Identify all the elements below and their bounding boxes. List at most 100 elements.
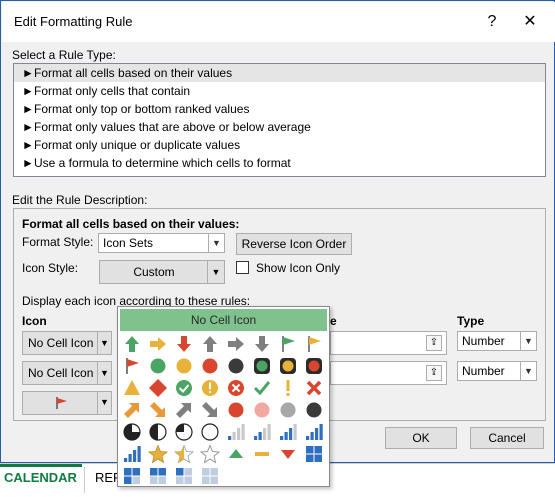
pink-dot-icon[interactable] <box>252 400 272 420</box>
red-traffic-light-icon[interactable] <box>304 356 324 376</box>
yellow-triangle-icon[interactable] <box>122 378 142 398</box>
chevron-down-icon: ▼ <box>97 332 111 354</box>
chevron-down-icon: ▼ <box>520 362 536 380</box>
four-box-full-icon[interactable] <box>304 444 324 464</box>
yellow-circle-icon[interactable] <box>174 356 194 376</box>
empty-star-icon[interactable] <box>199 444 221 464</box>
rule-type-item[interactable]: ►Format only top or bottom ranked values <box>14 100 545 118</box>
chevron-down-icon: ▼ <box>520 332 536 350</box>
yellow-flag-icon[interactable] <box>304 334 324 354</box>
type-select-2[interactable]: Number ▼ <box>457 361 537 381</box>
yellow-exclamation-icon[interactable] <box>278 378 298 398</box>
gold-star-icon[interactable] <box>147 444 169 464</box>
green-up-arrow-icon[interactable] <box>122 334 142 354</box>
yellow-traffic-light-icon[interactable] <box>278 356 298 376</box>
sheet-tab-calendar[interactable]: CALENDAR <box>4 470 77 485</box>
rule-type-item-label: Use a formula to determine which cells t… <box>34 156 291 170</box>
yellow-side-arrow-icon[interactable] <box>148 334 168 354</box>
type-select-1[interactable]: Number ▼ <box>457 331 537 351</box>
help-button[interactable]: ? <box>478 10 506 34</box>
tab-divider <box>84 467 85 493</box>
rule-type-label: Select a Rule Type: <box>12 48 116 62</box>
arrow-icon: ► <box>22 156 34 170</box>
green-up-triangle-icon[interactable] <box>226 444 246 464</box>
description-heading: Format all cells based on their values: <box>22 217 240 231</box>
green-check-icon[interactable] <box>252 378 272 398</box>
format-style-select[interactable]: Icon Sets ▼ <box>98 233 225 253</box>
rule-type-item-label: Format only unique or duplicate values <box>34 138 241 152</box>
value-input-2[interactable]: ⇪ <box>330 361 447 385</box>
red-dot-icon[interactable] <box>226 400 246 420</box>
empty-circle-icon[interactable] <box>200 422 220 442</box>
rule-description-label: Edit the Rule Description: <box>12 193 148 207</box>
red-circle-icon[interactable] <box>200 356 220 376</box>
half-pie-icon[interactable] <box>148 422 168 442</box>
rule-type-item[interactable]: ►Format all cells based on their values <box>14 64 545 82</box>
yellow-dash-icon[interactable] <box>252 444 272 464</box>
gray-up-arrow-icon[interactable] <box>200 334 220 354</box>
red-diamond-icon[interactable] <box>148 378 168 398</box>
icon-select-1[interactable]: No Cell Icon ▼ <box>22 331 112 355</box>
black-circle-icon[interactable] <box>226 356 246 376</box>
green-circle-icon[interactable] <box>148 356 168 376</box>
signal-bars-1-icon[interactable] <box>226 422 246 442</box>
three-quarter-pie-icon[interactable] <box>174 422 194 442</box>
signal-bars-4-icon[interactable] <box>304 422 324 442</box>
icon-select-2[interactable]: No Cell Icon ▼ <box>22 361 112 385</box>
three-box-icon[interactable] <box>122 466 142 486</box>
ok-button[interactable]: OK <box>385 427 457 449</box>
yellow-exclamation-circle-icon[interactable] <box>200 378 220 398</box>
orange-up-right-arrow-icon[interactable] <box>122 400 142 420</box>
gray-up-right-arrow-icon[interactable] <box>174 400 194 420</box>
rule-type-item[interactable]: ►Format only values that are above or be… <box>14 118 545 136</box>
rule-type-item[interactable]: ►Use a formula to determine which cells … <box>14 154 545 172</box>
icon-select-value: No Cell Icon <box>28 336 94 350</box>
zero-box-icon[interactable] <box>200 466 220 486</box>
gray-right-arrow-icon[interactable] <box>226 334 246 354</box>
red-x-circle-icon[interactable] <box>226 378 246 398</box>
icon-style-select[interactable]: Custom ▼ <box>99 260 225 284</box>
icon-style-value: Custom <box>133 265 175 279</box>
two-box-icon[interactable] <box>148 466 168 486</box>
close-button[interactable]: ✕ <box>516 10 544 34</box>
green-flag-icon[interactable] <box>278 334 298 354</box>
type-select-value: Number <box>462 334 505 348</box>
show-icon-only-checkbox[interactable] <box>236 261 249 274</box>
reverse-icon-order-button[interactable]: Reverse Icon Order <box>236 233 352 255</box>
rule-type-list[interactable]: ►Format all cells based on their values … <box>13 63 546 177</box>
signal-bars-2-icon[interactable] <box>252 422 272 442</box>
icon-style-label: Icon Style: <box>22 261 79 275</box>
range-select-icon[interactable]: ⇪ <box>426 365 442 381</box>
gray-down-right-arrow-icon[interactable] <box>200 400 220 420</box>
red-down-arrow-icon[interactable] <box>174 334 194 354</box>
cancel-button[interactable]: Cancel <box>470 427 544 449</box>
signal-bars-3-icon[interactable] <box>278 422 298 442</box>
rule-type-item-label: Format only cells that contain <box>34 84 191 98</box>
one-box-icon[interactable] <box>174 466 194 486</box>
icon-select-3[interactable]: ▼ <box>22 391 112 415</box>
gray-dot-icon[interactable] <box>278 400 298 420</box>
quarter-pie-icon[interactable] <box>122 422 142 442</box>
value-input-1[interactable]: ⇪ <box>330 331 447 355</box>
dialog-title: Edit Formatting Rule <box>14 14 133 29</box>
no-cell-icon-option[interactable]: No Cell Icon <box>120 309 327 331</box>
half-star-icon[interactable] <box>173 444 195 464</box>
rule-type-item[interactable]: ►Format only cells that contain <box>14 82 545 100</box>
type-column-header: Type <box>457 314 485 328</box>
orange-down-right-arrow-icon[interactable] <box>148 400 168 420</box>
range-select-icon[interactable]: ⇪ <box>426 335 442 351</box>
rule-type-item-label: Format only values that are above or bel… <box>34 120 311 134</box>
arrow-icon: ► <box>22 84 34 98</box>
green-check-circle-icon[interactable] <box>174 378 194 398</box>
format-style-label: Format Style: <box>22 235 94 249</box>
green-traffic-light-icon[interactable] <box>252 356 272 376</box>
signal-bars-full-icon[interactable] <box>122 444 142 464</box>
red-down-triangle-icon[interactable] <box>278 444 298 464</box>
red-x-icon[interactable] <box>304 378 324 398</box>
red-flag-icon <box>56 397 67 409</box>
gray-down-arrow-icon[interactable] <box>252 334 272 354</box>
rule-type-item[interactable]: ►Format only unique or duplicate values <box>14 136 545 154</box>
icon-column-header: Icon <box>22 314 47 328</box>
red-flag-icon[interactable] <box>122 356 142 376</box>
black-dot-icon[interactable] <box>304 400 324 420</box>
